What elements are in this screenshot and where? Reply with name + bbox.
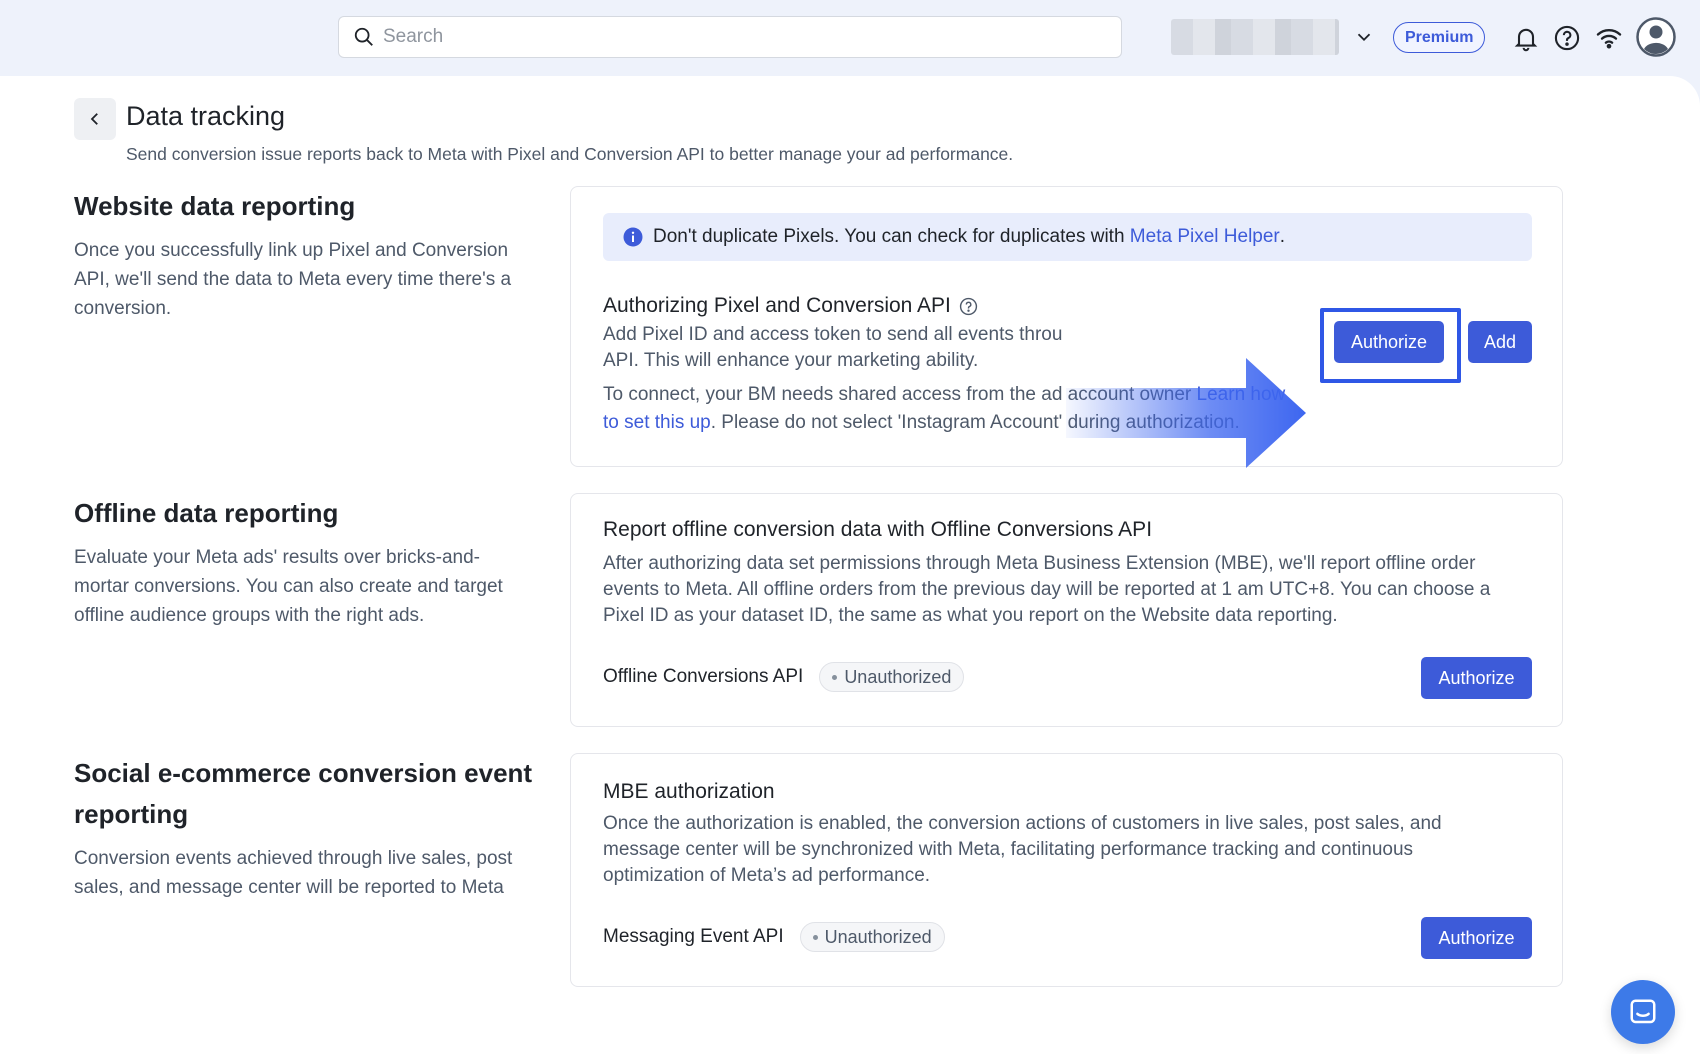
social-section-description: Conversion events achieved through live … <box>74 848 513 898</box>
mbe-card-description-line: message center will be synchronized with… <box>603 839 1414 860</box>
chat-icon <box>1630 999 1656 1024</box>
pixel-authorize-button[interactable]: Authorize <box>1334 321 1444 363</box>
connect-instructions: To connect, your BM needs shared access … <box>603 381 1323 437</box>
pixel-api-description-line: Add Pixel ID and access token to send al… <box>603 324 1063 345</box>
messaging-api-name: Messaging Event API <box>603 926 784 947</box>
website-section-description: Once you successfully link up Pixel and … <box>74 240 512 319</box>
search-box[interactable] <box>338 16 1122 58</box>
mbe-card-title: MBE authorization <box>603 780 775 803</box>
chevron-down-icon[interactable] <box>1353 26 1375 48</box>
offline-api-name: Offline Conversions API <box>603 666 804 687</box>
mbe-card-description-line: Once the authorization is enabled, the c… <box>603 813 1442 834</box>
premium-badge[interactable]: Premium <box>1393 22 1486 53</box>
mbe-card-description-line: optimization of Meta’s ad performance. <box>603 865 931 886</box>
learn-how-link[interactable]: Learn how <box>1197 384 1286 405</box>
pixel-api-title: Authorizing Pixel and Conversion API <box>603 294 978 318</box>
connect-end: . Please do not select 'Instagram Accoun… <box>710 412 1240 433</box>
mbe-authorize-button[interactable]: Authorize <box>1421 917 1532 959</box>
status-badge: Unauthorized <box>819 662 965 692</box>
banner-end: . <box>1279 226 1286 247</box>
wifi-icon[interactable] <box>1595 24 1623 52</box>
status-text: Unauthorized <box>824 926 932 947</box>
info-icon <box>623 227 643 247</box>
pixel-api-title-text: Authorizing Pixel and Conversion API <box>603 294 951 317</box>
offline-card-title: Report offline conversion data with Offl… <box>603 518 1153 541</box>
help-icon[interactable] <box>1553 24 1581 52</box>
pixel-api-description: Add Pixel ID and access token to send al… <box>603 322 1243 374</box>
offline-card-description-line: Pixel ID as your dataset ID, the same as… <box>603 605 1338 626</box>
top-bar: Premium <box>0 0 1700 76</box>
question-circle-icon[interactable] <box>959 297 978 316</box>
pixel-api-description-line: API. This will enhance your marketing ab… <box>603 350 979 371</box>
avatar[interactable] <box>1636 17 1676 57</box>
banner-text: Don't duplicate Pixels. You can check fo… <box>653 226 1130 247</box>
connect-text: To connect, your BM needs shared access … <box>603 384 1197 405</box>
offline-api-row: Offline Conversions API Unauthorized <box>603 662 965 692</box>
search-input[interactable] <box>383 26 1083 48</box>
offline-section-title: Offline data reporting <box>74 498 339 528</box>
mbe-card-description: Once the authorization is enabled, the c… <box>603 811 1533 889</box>
messaging-api-row: Messaging Event API Unauthorized <box>603 922 945 952</box>
page-subtitle: Send conversion issue reports back to Me… <box>126 144 1014 164</box>
status-badge: Unauthorized <box>799 922 945 952</box>
offline-card-description-line: After authorizing data set permissions t… <box>603 553 1476 574</box>
offline-authorize-button[interactable]: Authorize <box>1421 657 1532 699</box>
chat-button[interactable] <box>1611 980 1675 1044</box>
main-panel: Data tracking Send conversion issue repo… <box>0 76 1700 1054</box>
account-name-blurred[interactable] <box>1171 19 1339 55</box>
learn-how-link-cont[interactable]: to set this up <box>603 412 711 433</box>
bell-icon[interactable] <box>1512 24 1540 52</box>
website-reporting-card: Don't duplicate Pixels. You can check fo… <box>570 186 1563 467</box>
duplicate-pixel-banner: Don't duplicate Pixels. You can check fo… <box>603 213 1532 261</box>
status-text: Unauthorized <box>844 666 952 687</box>
mbe-authorization-card: MBE authorization Once the authorization… <box>570 753 1563 987</box>
chevron-left-icon <box>90 113 98 125</box>
search-icon <box>354 27 373 46</box>
offline-reporting-card: Report offline conversion data with Offl… <box>570 493 1563 727</box>
website-section-title: Website data reporting <box>74 191 356 221</box>
offline-card-description-line: events to Meta. All offline orders from … <box>603 579 1491 600</box>
offline-card-description: After authorizing data set permissions t… <box>603 551 1533 629</box>
social-section-title: Social e-commerce conversion event repor… <box>74 758 533 829</box>
back-button[interactable] <box>74 98 116 140</box>
meta-pixel-helper-link[interactable]: Meta Pixel Helper <box>1130 226 1280 248</box>
page-title: Data tracking <box>126 101 286 131</box>
pixel-add-button[interactable]: Add <box>1468 321 1532 363</box>
offline-section-description: Evaluate your Meta ads' results over bri… <box>74 547 503 626</box>
